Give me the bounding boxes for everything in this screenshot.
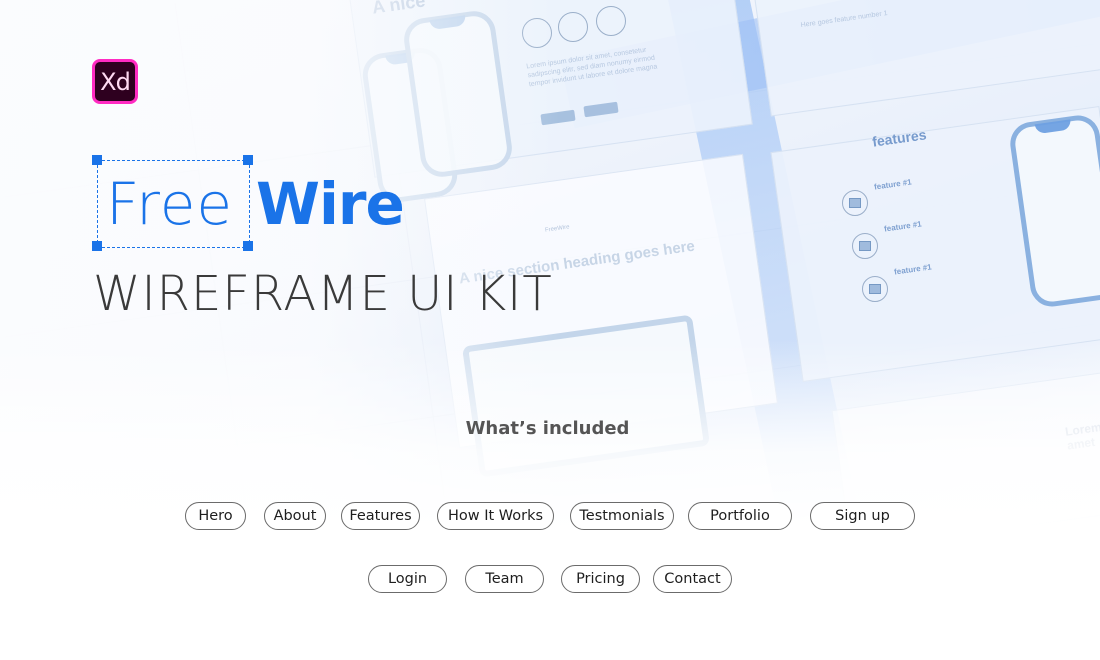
selection-handle [243, 241, 253, 251]
page-pill-login[interactable]: Login [368, 565, 447, 593]
subtitle: WIREFRAME UI KIT [93, 266, 553, 322]
pages-row-1: Hero About Features How It Works Testmon… [0, 502, 1100, 530]
page-pill-portfolio[interactable]: Portfolio [688, 502, 792, 530]
page-pill-team[interactable]: Team [465, 565, 544, 593]
section-heading: What’s included [465, 418, 630, 439]
placeholder-circle [558, 12, 588, 42]
placeholder-circle [596, 6, 626, 36]
page-pill-contact[interactable]: Contact [653, 565, 732, 593]
title-wire: Wire [256, 170, 405, 238]
page-pill-sign-up[interactable]: Sign up [810, 502, 915, 530]
selection-handle [92, 241, 102, 251]
selection-handle [92, 155, 102, 165]
feature-image-icon [842, 190, 868, 216]
xd-badge-text: Xd [100, 67, 131, 96]
adobe-xd-logo: Xd [92, 59, 138, 104]
pages-row-2: Login Team Pricing Contact [0, 565, 1100, 593]
page-pill-how-it-works[interactable]: How It Works [437, 502, 554, 530]
page-pill-testimonials[interactable]: Testmonials [570, 502, 674, 530]
page-pill-about[interactable]: About [264, 502, 326, 530]
title-free: Free [106, 170, 234, 238]
selection-handle [243, 155, 253, 165]
page-pill-features[interactable]: Features [341, 502, 420, 530]
mockup-checklist [752, 0, 1100, 117]
feature-image-icon [862, 276, 888, 302]
feature-image-icon [852, 233, 878, 259]
page-pill-hero[interactable]: Hero [185, 502, 246, 530]
page-pill-pricing[interactable]: Pricing [561, 565, 640, 593]
bottom-fade-overlay [0, 340, 1100, 660]
